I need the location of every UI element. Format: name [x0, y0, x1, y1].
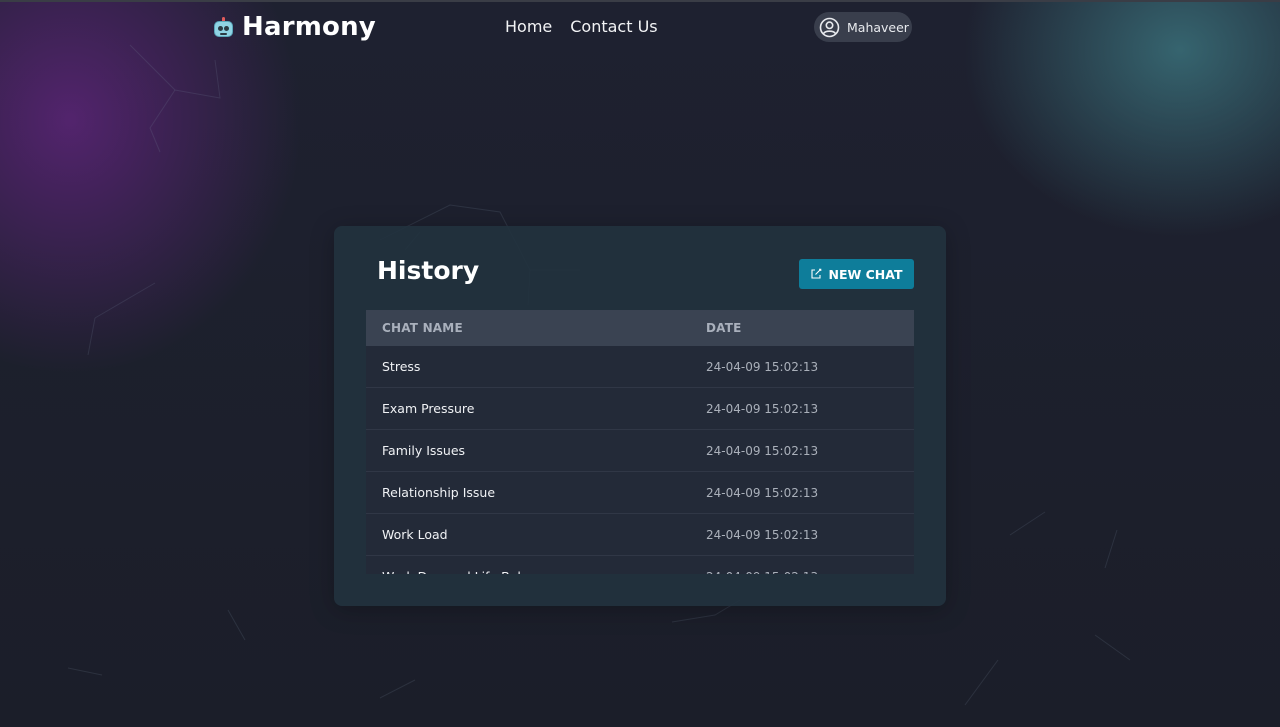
- history-table: CHAT NAME DATE Stress 24-04-09 15:02:13 …: [366, 310, 914, 574]
- chat-date-cell: 24-04-09 15:02:13: [689, 471, 914, 514]
- chat-name-cell: Work Load: [366, 513, 689, 556]
- brand-logo[interactable]: Harmony: [213, 12, 376, 42]
- table-row[interactable]: Family Issues 24-04-09 15:02:13: [366, 429, 914, 472]
- chat-date-cell: 24-04-09 15:02:13: [689, 513, 914, 556]
- user-name: Mahaveer: [847, 19, 909, 35]
- brand-name: Harmony: [242, 12, 376, 42]
- user-circle-icon: [819, 17, 840, 37]
- chat-date-cell: 24-04-09 15:02:13: [689, 346, 914, 388]
- table-row[interactable]: Work Demand Life Balance 24-04-09 15:02:…: [366, 555, 914, 574]
- column-header-date: DATE: [689, 310, 914, 346]
- table-row[interactable]: Exam Pressure 24-04-09 15:02:13: [366, 387, 914, 430]
- history-title: History: [377, 256, 480, 285]
- new-chat-button[interactable]: NEW CHAT: [799, 259, 914, 289]
- history-table-scroll[interactable]: CHAT NAME DATE Stress 24-04-09 15:02:13 …: [366, 310, 914, 574]
- new-chat-label: NEW CHAT: [828, 266, 903, 282]
- chat-date-cell: 24-04-09 15:02:13: [689, 387, 914, 430]
- nav-home-link[interactable]: Home: [505, 17, 552, 36]
- table-row[interactable]: Relationship Issue 24-04-09 15:02:13: [366, 471, 914, 514]
- user-profile-button[interactable]: Mahaveer: [814, 12, 912, 42]
- top-navbar: Harmony Home Contact Us Mahaveer: [0, 0, 1280, 56]
- chat-name-cell: Stress: [366, 346, 689, 388]
- table-row[interactable]: Work Load 24-04-09 15:02:13: [366, 513, 914, 556]
- column-header-chat-name: CHAT NAME: [366, 310, 689, 346]
- main-nav: Home Contact Us: [505, 17, 658, 36]
- chat-name-cell: Exam Pressure: [366, 387, 689, 430]
- robot-icon: [213, 16, 234, 38]
- nav-contact-link[interactable]: Contact Us: [570, 17, 657, 36]
- chat-date-cell: 24-04-09 15:02:13: [689, 555, 914, 574]
- table-header-row: CHAT NAME DATE: [366, 310, 914, 346]
- chat-date-cell: 24-04-09 15:02:13: [689, 429, 914, 472]
- chat-name-cell: Family Issues: [366, 429, 689, 472]
- chat-name-cell: Relationship Issue: [366, 471, 689, 514]
- history-card: History NEW CHAT CHAT NAME DATE Stress 2…: [334, 226, 946, 606]
- edit-icon: [811, 268, 822, 279]
- chat-name-cell: Work Demand Life Balance: [366, 555, 689, 574]
- table-row[interactable]: Stress 24-04-09 15:02:13: [366, 346, 914, 388]
